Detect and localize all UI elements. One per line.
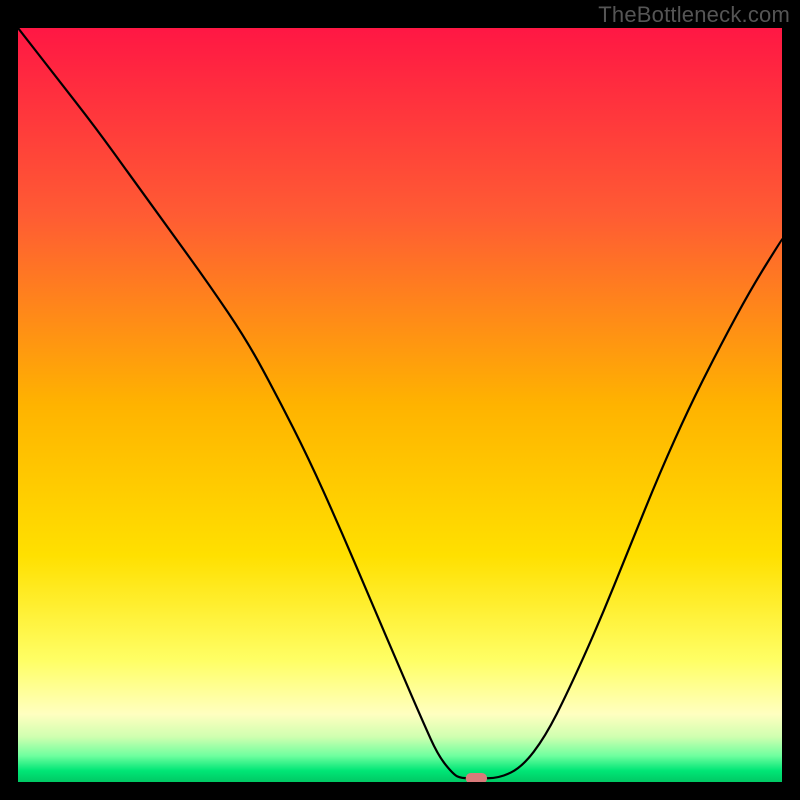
chart-container: TheBottleneck.com [0,0,800,800]
watermark-text: TheBottleneck.com [598,2,790,28]
chart-svg [18,28,782,782]
optimal-point-marker [466,773,487,782]
chart-plot-area [18,28,782,782]
